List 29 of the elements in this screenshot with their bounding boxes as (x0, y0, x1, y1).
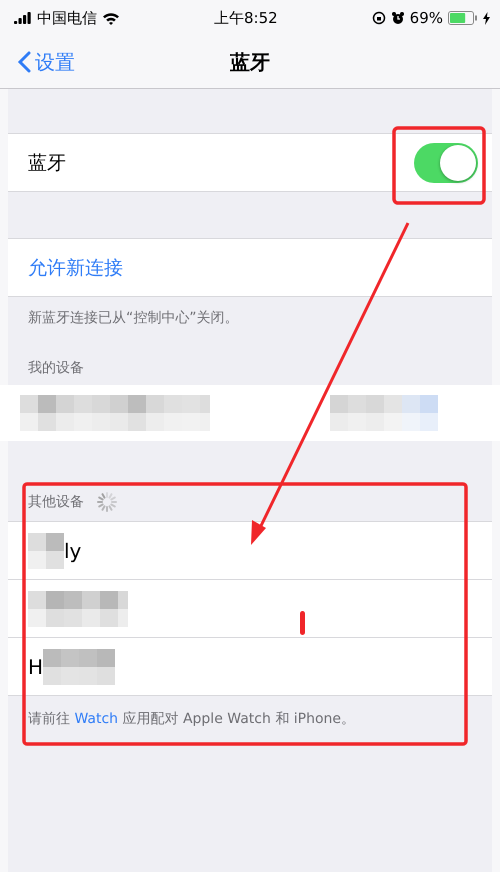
device-row[interactable] (0, 385, 500, 441)
rotation-lock-icon (372, 11, 386, 25)
allow-new-connections-row[interactable]: 允许新连接 (8, 238, 492, 297)
section-header: 其他设备 (28, 493, 84, 511)
annotation-mark (300, 611, 305, 635)
alarm-icon (390, 11, 405, 25)
watch-link[interactable]: Watch (74, 711, 118, 727)
device-row[interactable] (8, 580, 492, 638)
device-name: H (28, 654, 44, 678)
allow-new-connections-label: 允许新连接 (28, 256, 123, 280)
redaction-mosaic (28, 532, 64, 568)
status-time: 上午8:52 (214, 8, 278, 28)
wifi-icon (102, 12, 120, 24)
pairing-note: 请前往 Watch 应用配对 Apple Watch 和 iPhone。 (27, 710, 356, 729)
page-title: 蓝牙 (230, 50, 270, 74)
section-header: 我的设备 (28, 359, 84, 377)
back-button[interactable]: 设置 (0, 48, 75, 76)
bluetooth-toggle[interactable] (414, 142, 478, 182)
signal-icon (14, 12, 32, 24)
bluetooth-label: 蓝牙 (28, 150, 66, 176)
carrier-name: 中国电信 (37, 8, 97, 28)
allow-note: 新蓝牙连接已从“控制中心”关闭。 (27, 309, 240, 328)
device-row[interactable]: H (8, 638, 492, 696)
device-row[interactable]: ly (8, 522, 492, 580)
device-name: ly (64, 538, 82, 562)
battery-percent: 69% (410, 9, 443, 27)
battery-icon (448, 11, 478, 25)
charging-icon (483, 12, 490, 24)
chevron-left-icon (18, 51, 31, 73)
